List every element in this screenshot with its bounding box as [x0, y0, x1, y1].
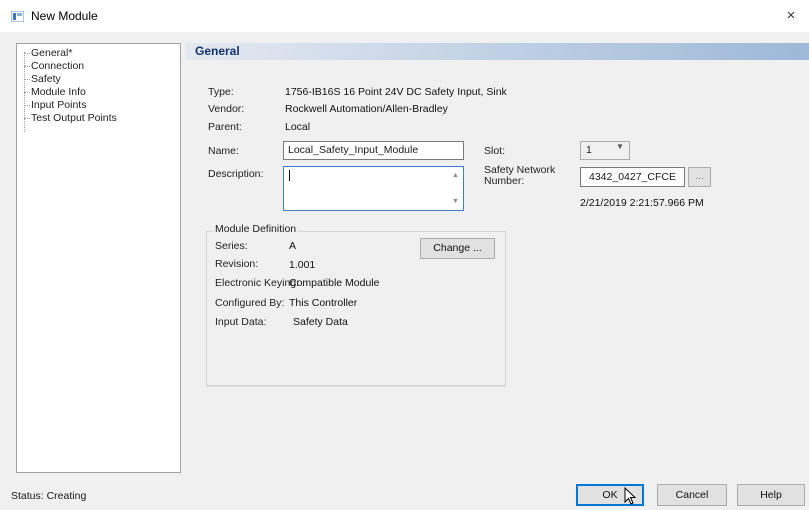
series-label: Series:: [215, 240, 248, 252]
keying-label: Electronic Keying:: [215, 277, 300, 289]
text-caret: [289, 170, 290, 181]
revision-value: 1.001: [289, 259, 316, 271]
cancel-button[interactable]: Cancel: [657, 484, 727, 506]
panel-title: General: [195, 44, 240, 58]
description-field[interactable]: [283, 166, 464, 211]
type-value: 1756-IB16S 16 Point 24V DC Safety Input,…: [285, 86, 507, 98]
name-label: Name:: [208, 145, 239, 157]
panel-header-bar: [186, 43, 809, 60]
window-title: New Module: [31, 9, 98, 23]
parent-label: Parent:: [208, 121, 242, 133]
tree-item-input-points[interactable]: Input Points: [23, 99, 86, 111]
configured-by-value: This Controller: [289, 297, 358, 309]
slot-label: Slot:: [484, 145, 506, 157]
snn-label-line2: Number:: [484, 175, 525, 187]
title-bar: New Module ×: [0, 0, 809, 32]
keying-value: Compatible Module: [289, 277, 380, 289]
configured-by-label: Configured By:: [215, 297, 285, 309]
chevron-down-icon: ▼: [616, 142, 624, 151]
help-button[interactable]: Help: [737, 484, 805, 506]
input-data-value: Safety Data: [293, 316, 348, 328]
tree-item-connection[interactable]: Connection: [23, 60, 84, 72]
group-divider: [206, 386, 506, 388]
parent-value: Local: [285, 121, 311, 133]
snn-timestamp: 2/21/2019 2:21:57.966 PM: [580, 197, 704, 209]
change-button[interactable]: Change ...: [420, 238, 495, 259]
description-label: Description:: [208, 168, 264, 180]
series-value: A: [289, 240, 297, 252]
vendor-label: Vendor:: [208, 103, 245, 115]
status-text: Status: Creating: [11, 490, 87, 502]
tree-item-general[interactable]: General*: [23, 47, 72, 59]
revision-label: Revision:: [215, 258, 259, 270]
mouse-cursor-icon: [624, 487, 637, 505]
module-icon: [11, 11, 24, 22]
scroll-up-icon[interactable]: ▲: [451, 171, 460, 180]
tree-item-module-info[interactable]: Module Info: [24, 86, 86, 98]
snn-browse-button[interactable]: ...: [688, 167, 711, 187]
name-field[interactable]: Local_Safety_Input_Module: [283, 141, 464, 160]
input-data-label: Input Data:: [215, 316, 267, 328]
type-label: Type:: [208, 86, 234, 98]
slot-value: 1: [586, 144, 592, 156]
tree-item-test-output-points[interactable]: Test Output Points: [24, 112, 117, 124]
tree-item-safety[interactable]: Safety: [24, 73, 61, 85]
safety-network-number-field[interactable]: 4342_0427_CFCE: [580, 167, 685, 187]
module-definition-title: Module Definition: [213, 223, 299, 235]
vendor-value: Rockwell Automation/Allen-Bradley: [285, 103, 448, 115]
close-icon[interactable]: ×: [773, 0, 809, 32]
scroll-down-icon[interactable]: ▼: [451, 197, 460, 206]
